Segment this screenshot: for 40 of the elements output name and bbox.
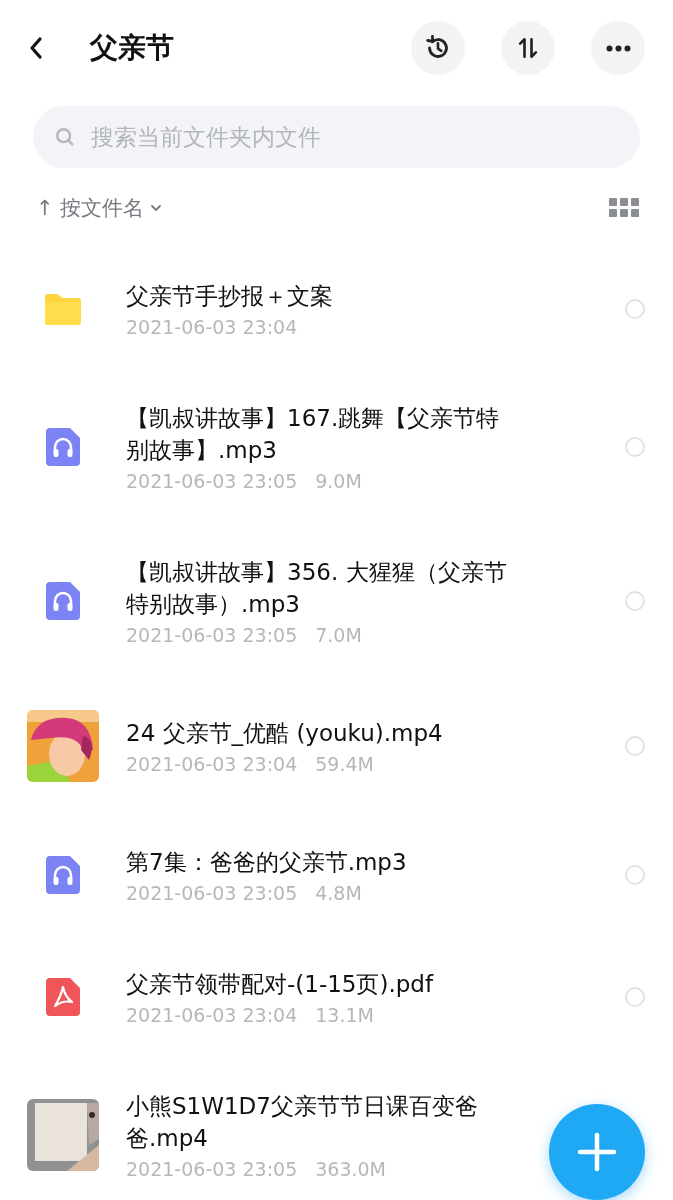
- file-size: 9.0M: [315, 470, 362, 492]
- select-radio[interactable]: [625, 437, 645, 457]
- search-field[interactable]: 搜索当前文件夹内文件: [33, 106, 640, 168]
- audio-file-icon: [46, 582, 80, 620]
- more-icon: [605, 44, 631, 52]
- back-icon[interactable]: [28, 36, 44, 60]
- file-date: 2021-06-03 23:05: [126, 624, 298, 646]
- file-name: 父亲节手抄报＋文案: [126, 282, 334, 311]
- file-name: 父亲节领带配对-(1-15页).pdf: [126, 970, 435, 999]
- file-size: 59.4M: [315, 753, 374, 775]
- file-name: 小熊S1W1D7父亲节节日课百变爸爸.mp4: [126, 1092, 479, 1153]
- select-radio[interactable]: [625, 736, 645, 756]
- audio-file-icon: [46, 856, 80, 894]
- file-name: 第7集：爸爸的父亲节.mp3: [126, 848, 408, 877]
- grid-view-icon[interactable]: [609, 198, 639, 218]
- sort-by-name-button[interactable]: ↑ 按文件名: [36, 194, 162, 222]
- file-date: 2021-06-03 23:05: [126, 470, 298, 492]
- file-date: 2021-06-03 23:05: [126, 882, 298, 904]
- file-size: 7.0M: [315, 624, 362, 646]
- select-radio[interactable]: [625, 591, 645, 611]
- select-radio[interactable]: [625, 865, 645, 885]
- select-radio[interactable]: [625, 987, 645, 1007]
- file-name: 【凯叔讲故事】356. 大猩猩（父亲节特别故事）.mp3: [126, 558, 508, 619]
- audio-file-icon: [46, 428, 80, 466]
- page-title: 父亲节: [90, 30, 175, 66]
- folder-icon: [43, 292, 83, 326]
- file-date: 2021-06-03 23:04: [126, 1004, 298, 1026]
- select-radio[interactable]: [625, 299, 645, 319]
- file-name: 24 父亲节_优酷 (youku).mp4: [126, 719, 444, 748]
- file-date: 2021-06-03 23:04: [126, 753, 298, 775]
- file-name: 【凯叔讲故事】167.跳舞【父亲节特别故事】.mp3: [126, 404, 501, 465]
- add-button[interactable]: [549, 1104, 645, 1200]
- file-date: 2021-06-03 23:05: [126, 1158, 298, 1180]
- file-size: 363.0M: [315, 1158, 386, 1180]
- file-size: 13.1M: [315, 1004, 374, 1026]
- chevron-down-icon: [149, 204, 162, 212]
- pdf-file-icon: [46, 978, 80, 1016]
- plus-icon: [577, 1132, 617, 1172]
- file-size: 4.8M: [315, 882, 362, 904]
- file-date: 2021-06-03 23:04: [126, 316, 298, 338]
